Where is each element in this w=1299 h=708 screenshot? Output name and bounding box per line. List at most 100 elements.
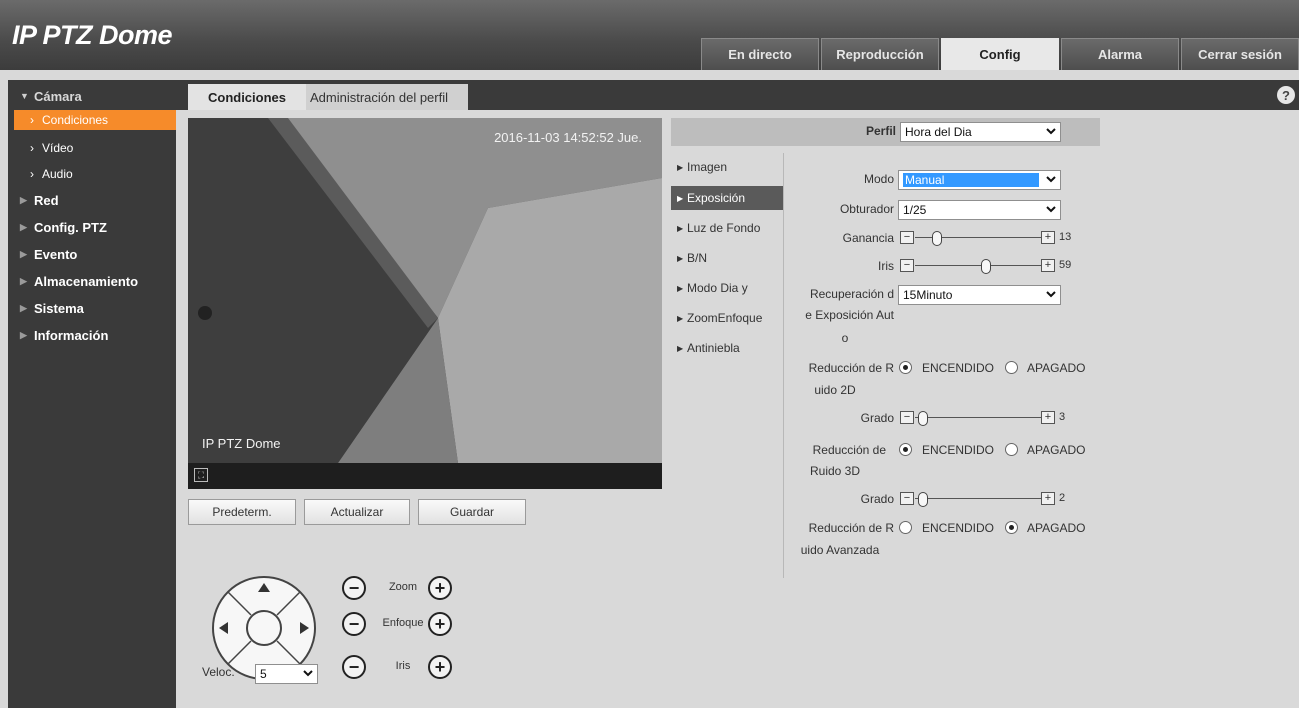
- caret-right-icon: ▶: [677, 193, 684, 203]
- nr3d-off-radio[interactable]: [1005, 443, 1018, 456]
- shutter-select[interactable]: 1/25: [898, 200, 1061, 220]
- nradv-label-line2: uido Avanzada: [800, 543, 880, 557]
- slider-thumb[interactable]: [932, 231, 942, 246]
- increase-icon[interactable]: +: [1041, 411, 1055, 424]
- nr3d-label-line2: Ruido 3D: [809, 464, 861, 478]
- video-frame: 2016-11-03 14:52:52 Jue. IP PTZ Dome: [188, 118, 662, 463]
- category-zoom-focus[interactable]: ▶ ZoomEnfoque: [671, 306, 783, 330]
- nr3d-grade-slider[interactable]: − + 2: [898, 492, 1078, 507]
- video-preview: 2016-11-03 14:52:52 Jue. IP PTZ Dome ⛶: [188, 118, 662, 489]
- focus-plus-icon[interactable]: +: [428, 612, 452, 636]
- focus-minus-icon[interactable]: −: [342, 612, 366, 636]
- nr2d-grade-slider[interactable]: − + 3: [898, 411, 1078, 426]
- nr2d-off-radio[interactable]: [1005, 361, 1018, 374]
- tab-config[interactable]: Config: [941, 38, 1059, 70]
- slider-track: [915, 417, 1041, 418]
- mode-select[interactable]: Manual: [898, 170, 1061, 190]
- sidebar-item-event[interactable]: ▶ Evento: [8, 242, 176, 266]
- nradv-on-radio[interactable]: [899, 521, 912, 534]
- chevron-right-icon: ›: [30, 167, 34, 181]
- speed-label: Veloc.: [202, 665, 235, 679]
- iris-slider[interactable]: − + 59: [898, 259, 1078, 274]
- sidebar-subitem-label: Condiciones: [42, 113, 109, 127]
- tab-alarm[interactable]: Alarma: [1061, 38, 1179, 70]
- iris-value: 59: [1059, 259, 1072, 271]
- zoom-in-icon[interactable]: +: [428, 576, 452, 600]
- tab-conditions[interactable]: Condiciones: [188, 84, 306, 110]
- sidebar-item-information[interactable]: ▶ Información: [8, 323, 176, 347]
- speed-select[interactable]: 5: [255, 664, 318, 684]
- decrease-icon[interactable]: −: [900, 231, 914, 244]
- iris-minus-icon[interactable]: −: [342, 655, 366, 679]
- category-label: ZoomEnfoque: [687, 311, 763, 325]
- category-defog[interactable]: ▶ Antiniebla: [671, 336, 783, 360]
- sidebar-item-system[interactable]: ▶ Sistema: [8, 296, 176, 320]
- refresh-button[interactable]: Actualizar: [304, 499, 410, 525]
- profile-select[interactable]: Hora del Dia: [900, 122, 1061, 142]
- iris-control: − Iris +: [342, 655, 462, 679]
- collapsed-triangle-icon: ▶: [20, 329, 27, 340]
- speed-value: 5: [260, 667, 267, 681]
- collapsed-triangle-icon: ▶: [20, 221, 27, 232]
- shutter-value: 1/25: [903, 203, 927, 217]
- recovery-select[interactable]: 15Minuto: [898, 285, 1061, 305]
- default-button[interactable]: Predeterm.: [188, 499, 296, 525]
- decrease-icon[interactable]: −: [900, 259, 914, 272]
- sidebar-subitem-label: Audio: [42, 167, 73, 181]
- iris-setting-label: Iris: [878, 259, 894, 273]
- sidebar-subitem-video[interactable]: › Vídeo: [14, 138, 176, 158]
- zoom-out-icon[interactable]: −: [342, 576, 366, 600]
- iris-plus-icon[interactable]: +: [428, 655, 452, 679]
- nradv-label-line1: Reducción de R: [808, 521, 894, 535]
- chevron-down-icon: [1046, 128, 1056, 135]
- chevron-down-icon: [1046, 206, 1056, 213]
- tab-logout[interactable]: Cerrar sesión: [1181, 38, 1299, 70]
- expanded-triangle-icon: ▼: [20, 91, 29, 101]
- profile-label: Perfil: [865, 124, 896, 138]
- sidebar-item-label: Config. PTZ: [34, 219, 107, 235]
- sidebar-item-storage[interactable]: ▶ Almacenamiento: [8, 269, 176, 293]
- increase-icon[interactable]: +: [1041, 231, 1055, 244]
- category-day-night[interactable]: ▶ Modo Dia y: [671, 276, 783, 300]
- increase-icon[interactable]: +: [1041, 492, 1055, 505]
- tab-live[interactable]: En directo: [701, 38, 819, 70]
- app-logo-title: IP PTZ Dome: [12, 20, 173, 50]
- category-image[interactable]: ▶ Imagen: [671, 155, 783, 179]
- category-label: Antiniebla: [687, 341, 740, 355]
- category-exposure[interactable]: ▶ Exposición: [671, 186, 783, 210]
- slider-thumb[interactable]: [981, 259, 991, 274]
- increase-icon[interactable]: +: [1041, 259, 1055, 272]
- gain-slider[interactable]: − + 13: [898, 231, 1078, 246]
- chevron-right-icon: ›: [30, 141, 34, 155]
- category-bw[interactable]: ▶ B/N: [671, 246, 783, 270]
- help-icon[interactable]: ?: [1277, 86, 1295, 104]
- sidebar-item-label: Cámara: [34, 88, 82, 104]
- nr2d-off-label: APAGADO: [1027, 361, 1086, 375]
- decrease-icon[interactable]: −: [900, 411, 914, 424]
- nradv-off-radio[interactable]: [1005, 521, 1018, 534]
- focus-control: − Enfoque +: [342, 612, 462, 636]
- chevron-down-icon: [1046, 176, 1056, 183]
- fullscreen-icon[interactable]: ⛶: [194, 468, 208, 482]
- sidebar-item-ptz[interactable]: ▶ Config. PTZ: [8, 215, 176, 239]
- sidebar-item-network[interactable]: ▶ Red: [8, 188, 176, 212]
- recovery-value: 15Minuto: [903, 288, 953, 302]
- nr2d-on-radio[interactable]: [899, 361, 912, 374]
- category-backlight[interactable]: ▶ Luz de Fondo: [671, 216, 783, 240]
- sidebar-item-label: Almacenamiento: [34, 273, 139, 289]
- decrease-icon[interactable]: −: [900, 492, 914, 505]
- slider-thumb[interactable]: [918, 411, 928, 426]
- tab-playback[interactable]: Reproducción: [821, 38, 939, 70]
- shutter-label: Obturador: [839, 202, 894, 216]
- subtab-bar: Condiciones Administración del perfil ?: [176, 80, 1299, 110]
- sidebar-subitem-audio[interactable]: › Audio: [14, 164, 176, 184]
- sidebar-subitem-conditions[interactable]: › Condiciones: [14, 110, 176, 130]
- nr2d-grade-value: 3: [1059, 411, 1066, 423]
- tab-profile-management[interactable]: Administración del perfil: [306, 84, 468, 110]
- nr3d-on-radio[interactable]: [899, 443, 912, 456]
- zoom-control: − Zoom +: [342, 576, 462, 600]
- save-button[interactable]: Guardar: [418, 499, 526, 525]
- slider-thumb[interactable]: [918, 492, 928, 507]
- sidebar-item-camera[interactable]: ▼ Cámara: [8, 84, 176, 108]
- nr2d-on-label: ENCENDIDO: [922, 361, 995, 375]
